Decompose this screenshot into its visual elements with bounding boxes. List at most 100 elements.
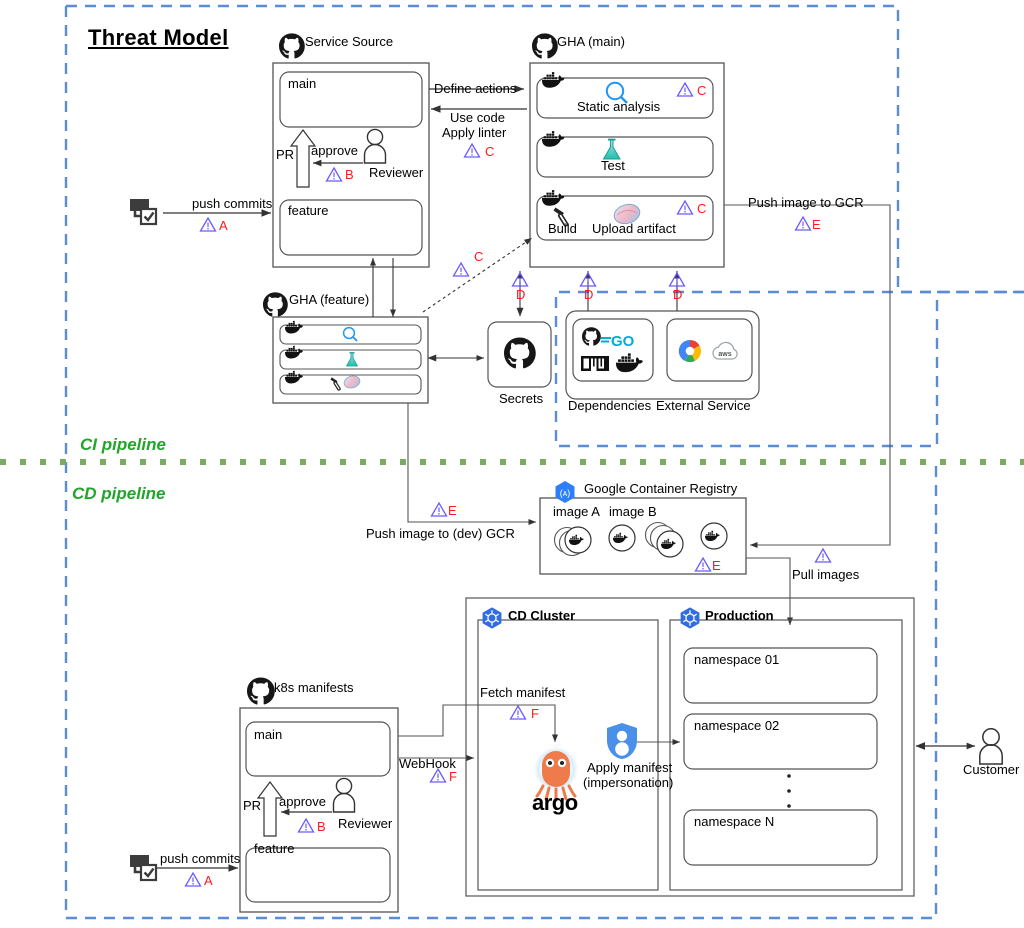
docker-icon-job-3	[541, 190, 565, 206]
external-service-label: External Service	[656, 398, 751, 413]
ellipsis-dot-3	[787, 804, 791, 808]
google-cloud-icon-external	[678, 339, 702, 363]
push-image-to-dev-gcr-path	[407, 403, 536, 526]
warning-triangle-icon-c-feature-trigger	[452, 261, 470, 277]
threat-letter-e-gcr-push: E	[812, 217, 821, 232]
workstation-icon-top	[130, 199, 158, 226]
push-image-to-gcr-path	[724, 204, 891, 549]
workstation-icon-bottom	[130, 855, 158, 882]
ellipsis-dot-2	[787, 789, 791, 793]
flask-icon-test	[602, 138, 621, 160]
warning-triangle-icon-a-bottom	[184, 871, 202, 887]
build-label: Build	[548, 221, 577, 236]
warning-triangle-icon-c-static	[676, 81, 694, 97]
gcr-image-b-label: image B	[609, 504, 657, 519]
warning-triangle-icon-e-dev-gcr	[430, 501, 448, 517]
gha-main-box	[529, 62, 725, 268]
threat-letter-a-bottom: A	[204, 873, 213, 888]
pipeline-label-cd: CD pipeline	[72, 484, 166, 503]
gha-main-job-test	[536, 136, 714, 178]
dependencies-label: Dependencies	[568, 398, 652, 413]
threat-letter-e-dev-gcr: E	[448, 503, 457, 518]
dependencies-box	[572, 318, 654, 382]
upload-artifact-icon-feature-3	[343, 375, 361, 389]
apply-linter-label: Apply linter	[442, 125, 507, 140]
hammer-icon-feature-3	[330, 377, 341, 391]
warning-triangle-icon-b-service	[325, 166, 343, 182]
approve-label: approve	[311, 143, 358, 158]
docker-icon-feature-job-2	[284, 345, 303, 359]
svg-text:(ᴀ): (ᴀ)	[560, 488, 570, 498]
page-title: Threat Model	[88, 25, 229, 50]
gcr-label: Google Container Registry	[584, 481, 738, 496]
customer-label: Customer	[963, 762, 1020, 777]
warning-triangle-icon-a-top	[199, 216, 217, 232]
threat-letter-f-fetch: F	[531, 706, 539, 721]
k8s-feature-branch	[245, 847, 391, 903]
upload-artifact-label: Upload artifact	[592, 221, 676, 236]
docker-icon-dependencies	[615, 353, 643, 373]
k8s-main-label: main	[254, 727, 283, 742]
k8s-pr-label: PR	[243, 798, 262, 813]
threat-letter-c-static: C	[697, 83, 707, 98]
cd-cluster-label: CD Cluster	[508, 608, 576, 623]
test-label: Test	[601, 158, 625, 173]
secrets-box	[487, 321, 552, 388]
namespace-n-label: namespace N	[694, 814, 775, 829]
threat-letter-c-feature-trigger: C	[474, 249, 484, 264]
github-icon-k8s-manifests	[247, 677, 275, 705]
cd-outer-box	[465, 597, 915, 897]
threat-letter-d-external: D	[673, 287, 683, 302]
github-icon-gha-feature	[263, 292, 288, 317]
warning-triangle-icon-f-fetch	[509, 704, 527, 720]
argo-label: argo	[532, 790, 578, 815]
secrets-label: Secrets	[499, 391, 544, 406]
apply-manifest-label: Apply manifest	[587, 760, 673, 775]
warning-triangle-icon-pull-images	[814, 547, 832, 563]
k8s-reviewer-label: Reviewer	[338, 816, 393, 831]
github-icon-gha-main	[532, 33, 558, 59]
fetch-manifest-label: Fetch manifest	[480, 685, 566, 700]
docker-icon-job-1	[541, 72, 565, 88]
npm-icon-dependencies	[581, 356, 609, 371]
impersonation-label: (impersonation)	[583, 775, 674, 790]
push-commits-bottom-label: push commits	[160, 851, 241, 866]
threat-letter-c-build: C	[697, 201, 707, 216]
pull-images-label: Pull images	[792, 567, 860, 582]
push-image-to-dev-gcr-label: Push image to (dev) GCR	[366, 526, 515, 541]
webhook-label: WebHook	[399, 756, 456, 771]
docker-image-icon-2	[608, 524, 636, 552]
reviewer-label: Reviewer	[369, 165, 424, 180]
github-icon-service-source	[279, 33, 305, 59]
threat-letter-e-gcr-store: E	[712, 558, 721, 573]
docker-icon-job-2	[541, 131, 565, 147]
threat-letter-d-deps: D	[584, 287, 594, 302]
docker-image-stack-icon-3	[644, 521, 684, 558]
docker-icon-feature-job-3	[284, 370, 303, 384]
push-image-to-gcr-label: Push image to GCR	[748, 195, 864, 210]
production-label: Production	[705, 608, 774, 623]
service-source-label: Service Source	[305, 34, 394, 49]
k8s-reviewer-icon	[332, 777, 356, 813]
static-analysis-label: Static analysis	[577, 99, 661, 114]
docker-icon-feature-job-1	[284, 320, 303, 334]
threat-letter-f-webhook: F	[449, 769, 457, 784]
customer-icon	[979, 728, 1003, 765]
pipeline-label-ci: CI pipeline	[80, 435, 166, 454]
k8s-approve-label: approve	[279, 794, 326, 809]
namespace-01-label: namespace 01	[694, 652, 780, 667]
flask-icon-feature-2	[345, 352, 359, 367]
gcr-image-a-label: image A	[553, 504, 600, 519]
gha-main-label: GHA (main)	[557, 34, 625, 49]
namespace-02-label: namespace 02	[694, 718, 780, 733]
magnifier-icon-feature-1	[342, 326, 358, 342]
warning-triangle-icon-e-gcr-store	[694, 556, 712, 572]
github-icon-secrets	[504, 337, 536, 369]
define-actions-label: Define actions	[434, 81, 517, 96]
push-commits-top-label: push commits	[192, 196, 273, 211]
svg-text:aws: aws	[718, 351, 731, 358]
k8s-manifests-label: k8s manifests	[274, 680, 354, 695]
github-icon-dependencies	[582, 327, 601, 346]
warning-triangle-icon-e-gcr-push	[794, 215, 812, 231]
gha-feature-label: GHA (feature)	[289, 292, 370, 307]
